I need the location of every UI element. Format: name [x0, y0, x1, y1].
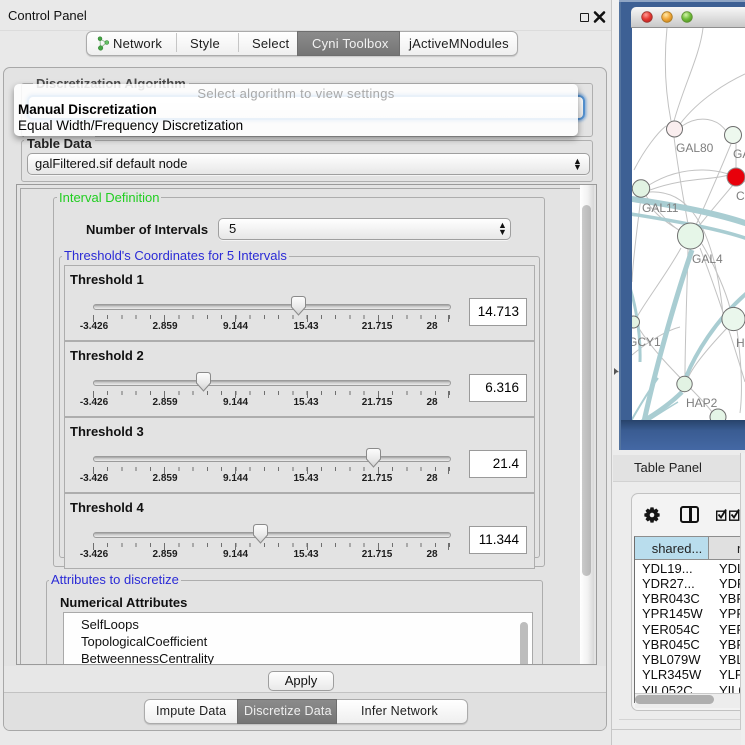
svg-text:C: C — [736, 189, 745, 203]
svg-text:GAL4: GAL4 — [692, 252, 723, 266]
svg-text:HAP2: HAP2 — [686, 396, 718, 410]
svg-text:GAL11: GAL11 — [642, 201, 679, 215]
svg-text:GA: GA — [733, 147, 745, 161]
svg-text:GAL80: GAL80 — [676, 141, 714, 155]
svg-text:GCY1: GCY1 — [632, 335, 661, 349]
svg-text:H: H — [736, 336, 745, 350]
